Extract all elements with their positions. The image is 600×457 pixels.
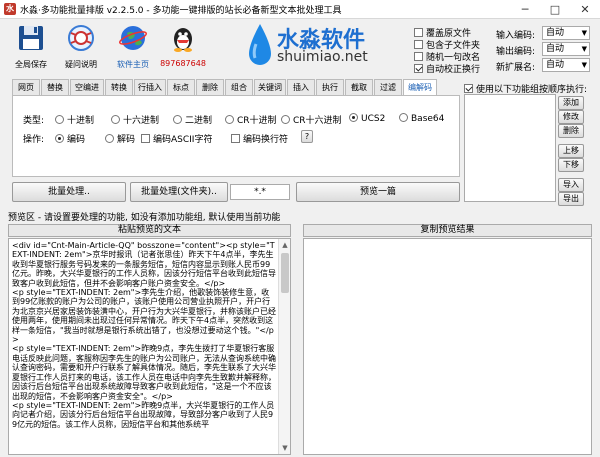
add-button[interactable]: 添加 [558,96,584,110]
tab-replace[interactable]: 替换 [41,79,69,95]
water-drop-icon [249,24,271,65]
save-all-button[interactable]: 全局保存 [6,23,56,73]
type-radio-hex[interactable]: 十六进制 [111,113,159,126]
output-encoding-label: 输出编码: [496,47,536,57]
close-button[interactable]: ✕ [570,0,600,19]
paste-header: 粘贴预览的文本 [8,224,291,237]
tab-keyword[interactable]: 关键词 [254,79,286,95]
qq-label: 897687648 [160,59,206,68]
paste-text: <div id="Cnt-Main-Article-QQ" bosszone="… [12,241,276,429]
function-group-list[interactable] [464,94,556,202]
type-radio-binary[interactable]: 二进制 [173,113,212,126]
tab-execute[interactable]: 执行 [316,79,344,95]
preview-hint: 预览区 - 请设置要处理的功能, 如没有添加功能组, 默认使用当前功能 [8,213,281,223]
input-encoding-select[interactable]: 自动 ▼ [542,26,590,40]
extension-label: 新扩展名: [496,63,536,73]
export-button[interactable]: 导出 [558,192,584,206]
output-encoding-select[interactable]: 自动 ▼ [542,42,590,56]
auto-fix-checkbox[interactable]: 自动校正换行 [414,62,480,75]
extension-select[interactable]: 自动 ▼ [542,58,590,72]
batch-folder-button[interactable]: 批量处理(文件夹).. [130,182,228,202]
file-pattern-input[interactable]: *.* [230,184,290,200]
batch-process-button[interactable]: 批量处理.. [12,182,126,202]
type-radio-base64[interactable]: Base64 [399,113,444,124]
tab-extract[interactable]: 截取 [345,79,373,95]
encode-panel: 类型: 十进制 十六进制 二进制 CR十进制 CR十六进制 UCS2 Base6… [12,95,460,177]
operation-label: 操作: [23,135,45,145]
help-question-button[interactable]: ? [301,130,313,143]
scroll-down-icon[interactable]: ▼ [279,442,290,454]
type-radio-cr-decimal[interactable]: CR十进制 [225,113,277,126]
tab-delete[interactable]: 删除 [196,79,224,95]
paste-textarea[interactable]: <div id="Cnt-Main-Article-QQ" bosszone="… [8,238,291,455]
qq-button[interactable]: 897687648 [158,23,208,73]
tab-convert[interactable]: 转换 [105,79,133,95]
chevron-down-icon: ▼ [581,29,587,37]
tab-combine[interactable]: 组合 [225,79,253,95]
logo-url: shuimiao.net [277,49,368,65]
op-radio-decode[interactable]: 解码 [105,132,135,145]
type-radio-decimal[interactable]: 十进制 [55,113,94,126]
title-bar: 水 水淼·多功能批量排版 v2.2.5.0 - 多功能一键排版的站长必备新型文本… [0,0,600,19]
tab-filter[interactable]: 过滤 [374,79,402,95]
encode-newline-checkbox[interactable]: 编码换行符 [231,132,288,145]
globe-icon [118,23,148,53]
maximize-button[interactable]: □ [540,0,570,19]
help-button[interactable]: 疑问说明 [56,23,106,73]
input-encoding-label: 输入编码: [496,31,536,41]
save-icon [16,23,46,53]
preview-one-button[interactable]: 预览一篇 [296,182,460,202]
help-icon [66,23,96,53]
overwrite-checkbox[interactable]: 覆盖原文件 [414,26,471,39]
brand-logo: 水淼软件 shuimiao.net [245,22,415,72]
app-icon: 水 [4,3,16,15]
tab-web[interactable]: 网页 [12,79,40,95]
help-label: 疑问说明 [65,60,97,69]
qq-icon [168,23,198,53]
scroll-thumb[interactable] [281,253,289,293]
save-all-label: 全局保存 [15,60,47,69]
type-label: 类型: [23,116,45,126]
tab-punctuation[interactable]: 标点 [167,79,195,95]
result-textarea[interactable] [303,238,592,455]
random-order-checkbox[interactable]: 随机一句改名 [414,50,480,63]
edit-button[interactable]: 修改 [558,110,584,124]
type-radio-cr-hex[interactable]: CR十六进制 [281,113,342,126]
tab-insert[interactable]: 插入 [287,79,315,95]
move-up-button[interactable]: 上移 [558,144,584,158]
tab-indent[interactable]: 空编进 [70,79,104,95]
move-down-button[interactable]: 下移 [558,158,584,172]
window-title: 水淼·多功能批量排版 v2.2.5.0 - 多功能一键排版的站长必备新型文本批处… [20,6,342,16]
homepage-label: 软件主页 [117,60,149,69]
chevron-down-icon: ▼ [581,45,587,53]
result-header: 复制预览结果 [303,224,592,237]
type-radio-ucs2[interactable]: UCS2 [349,113,385,124]
homepage-button[interactable]: 软件主页 [108,23,158,73]
minimize-button[interactable]: ─ [510,0,540,19]
op-radio-encode[interactable]: 编码 [55,132,85,145]
include-sub-checkbox[interactable]: 包含子文件夹 [414,38,480,51]
encode-ascii-checkbox[interactable]: 编码ASCII字符 [141,132,212,145]
import-button[interactable]: 导入 [558,178,584,192]
tab-line-insert[interactable]: 行插入 [134,79,166,95]
paste-scrollbar[interactable]: ▲ ▼ [278,239,290,454]
tab-encode-decode[interactable]: 编解码 [403,79,437,96]
scroll-up-icon[interactable]: ▲ [279,239,290,251]
chevron-down-icon: ▼ [581,61,587,69]
delete-button[interactable]: 删除 [558,124,584,138]
